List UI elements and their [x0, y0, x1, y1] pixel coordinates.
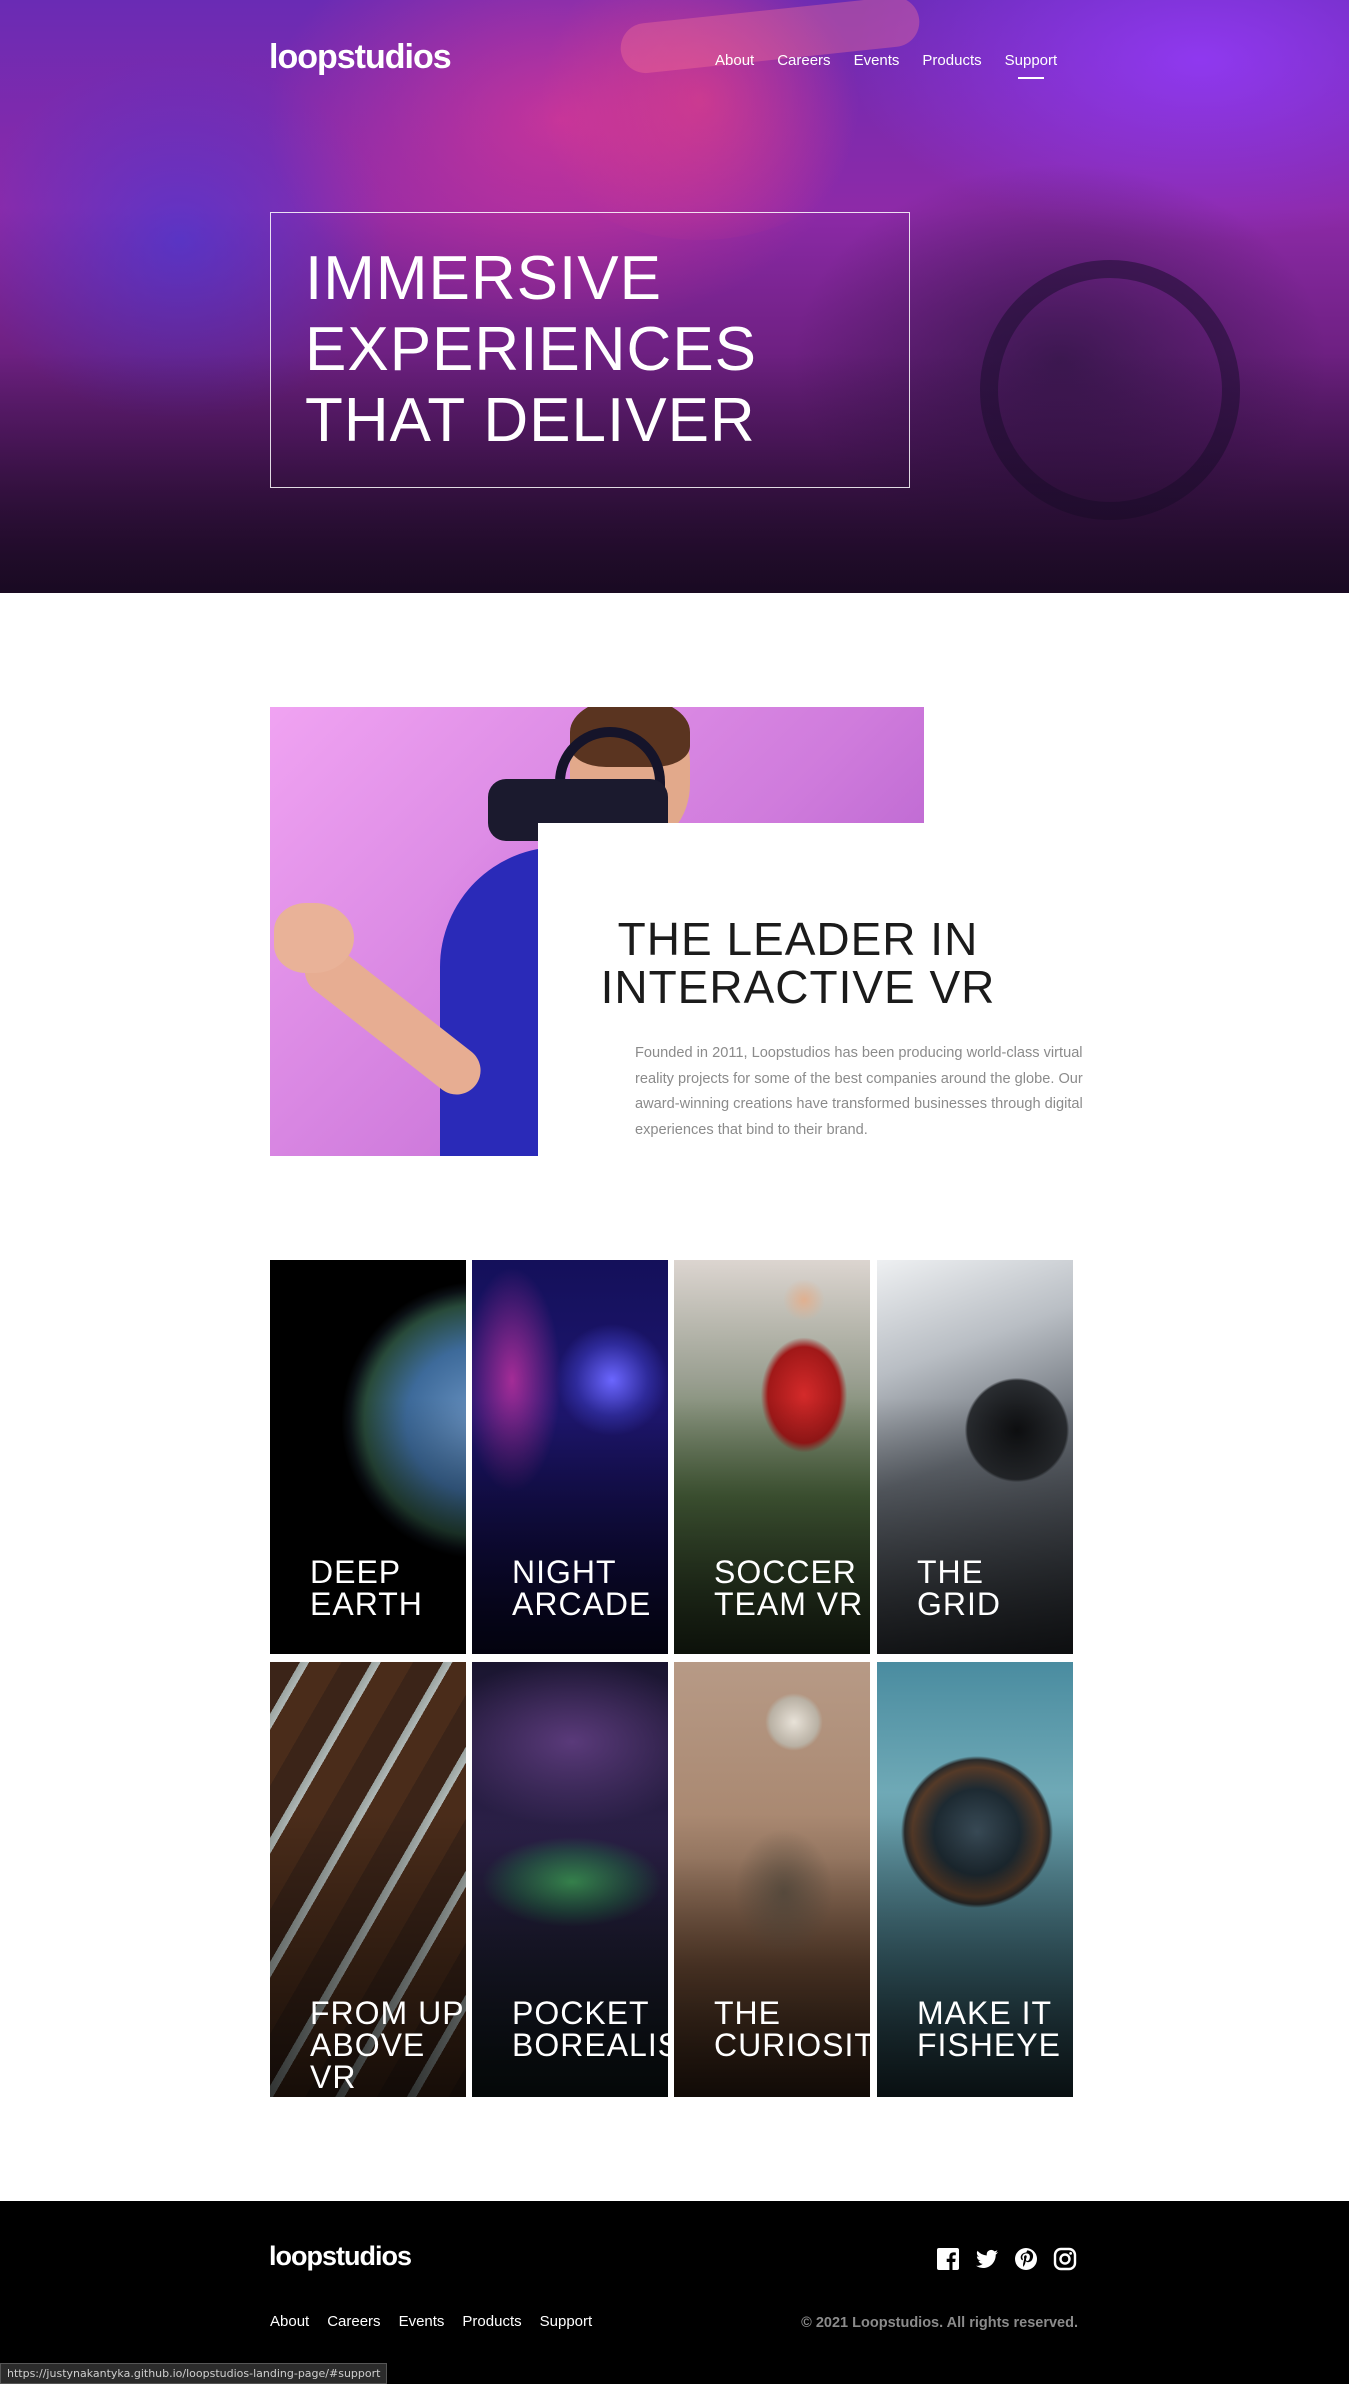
creation-card-make-it-fisheye[interactable]: MAKE IT FISHEYE [877, 1662, 1073, 2097]
hero-headline-box: IMMERSIVE EXPERIENCES THAT DELIVER [270, 212, 910, 488]
header-nav: About Careers Events Products Support [715, 52, 1057, 69]
creation-title: DEEP EARTH [310, 1554, 423, 1622]
intro-card: THE LEADER IN INTERACTIVE VR Founded in … [538, 823, 1083, 1156]
footer: loopstudios About Careers Events Product… [0, 2201, 1349, 2384]
footer-nav: About Careers Events Products Support [270, 2313, 592, 2330]
creation-card-night-arcade[interactable]: NIGHT ARCADE [472, 1260, 668, 1654]
creation-title: NIGHT ARCADE [512, 1554, 652, 1622]
creation-title: THECURIOSITY [714, 1995, 870, 2063]
footer-nav-careers[interactable]: Careers [327, 2313, 380, 2330]
instagram-icon[interactable] [1053, 2247, 1077, 2271]
footer-nav-products[interactable]: Products [462, 2313, 521, 2330]
creation-card-pocket-borealis[interactable]: POCKET BOREALIS [472, 1662, 668, 2097]
nav-about[interactable]: About [715, 52, 754, 69]
hero-headline: IMMERSIVE EXPERIENCES THAT DELIVER [305, 244, 758, 455]
creation-card-the-grid[interactable]: THE GRID [877, 1260, 1073, 1654]
footer-nav-about[interactable]: About [270, 2313, 309, 2330]
footer-nav-events[interactable]: Events [399, 2313, 445, 2330]
pinterest-icon[interactable] [1014, 2247, 1038, 2271]
hero-section: loopstudios About Careers Events Product… [0, 0, 1349, 593]
creation-title: THE GRID [917, 1554, 1001, 1622]
footer-logo[interactable]: loopstudios [269, 2241, 412, 2272]
creation-title: FROM UP ABOVE VR [310, 1995, 465, 2095]
social-links [936, 2247, 1077, 2271]
creation-card-soccer-team-vr[interactable]: SOCCER TEAM VR [674, 1260, 870, 1654]
creation-title: SOCCER TEAM VR [714, 1554, 864, 1622]
creation-card-deep-earth[interactable]: DEEP EARTH [270, 1260, 466, 1654]
header-logo[interactable]: loopstudios [269, 38, 452, 77]
creation-title: MAKE IT FISHEYE [917, 1995, 1061, 2063]
copyright: © 2021 Loopstudios. All rights reserved. [801, 2315, 1078, 2331]
twitter-icon[interactable] [975, 2247, 999, 2271]
nav-events[interactable]: Events [854, 52, 900, 69]
footer-nav-support[interactable]: Support [540, 2313, 593, 2330]
creation-card-from-up-above-vr[interactable]: FROM UP ABOVE VR [270, 1662, 466, 2097]
browser-status-url: https://justynakantyka.github.io/loopstu… [0, 2363, 388, 2384]
nav-support[interactable]: Support [1005, 52, 1058, 69]
intro-heading: THE LEADER IN INTERACTIVE VR [600, 913, 996, 1013]
nav-careers[interactable]: Careers [777, 52, 830, 69]
facebook-icon[interactable] [936, 2247, 960, 2271]
creation-card-the-curiosity[interactable]: THECURIOSITY [674, 1662, 870, 2097]
nav-products[interactable]: Products [922, 52, 981, 69]
intro-body: Founded in 2011, Loopstudios has been pr… [635, 1045, 1083, 1138]
creation-title: POCKET BOREALIS [512, 1995, 668, 2063]
